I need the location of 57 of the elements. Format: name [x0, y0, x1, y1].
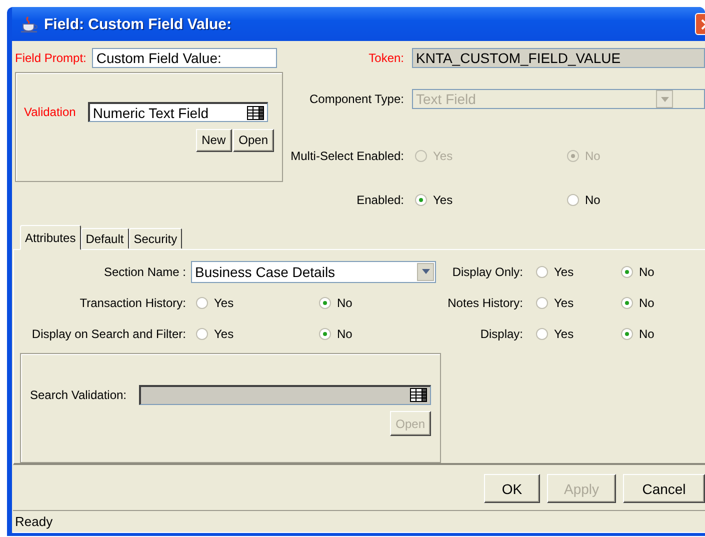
radio-label: Yes — [554, 327, 574, 342]
dialog-button[interactable]: Cancel — [623, 474, 705, 503]
radio-button[interactable] — [621, 328, 633, 340]
status-bar: Ready — [13, 510, 705, 533]
input-field[interactable]: KNTA_CUSTOM_FIELD_VALUE — [412, 48, 705, 68]
radio-button[interactable] — [319, 296, 331, 309]
caret-icon — [422, 269, 430, 274]
tab[interactable]: Attributes — [20, 225, 81, 250]
caret-icon — [660, 96, 668, 102]
dropdown-button[interactable] — [417, 262, 434, 281]
table-icon[interactable] — [246, 106, 264, 120]
field-label: Enabled: — [356, 193, 404, 207]
field-label: Token: — [368, 51, 404, 65]
radio-label: Yes — [554, 264, 574, 279]
field-label: Notes History: — [446, 296, 523, 310]
radio-label: No — [585, 149, 600, 163]
panel-button[interactable]: New — [196, 128, 232, 152]
field-label: Component Type: — [308, 92, 404, 106]
field-label: Field Prompt: — [15, 51, 86, 65]
input-field[interactable]: Custom Field Value: — [92, 48, 278, 68]
field-label: Search Validation: — [30, 388, 127, 402]
radio-button[interactable] — [196, 296, 208, 309]
tab[interactable]: Default — [80, 228, 129, 249]
radio-label: No — [337, 327, 352, 342]
radio-button[interactable] — [196, 328, 208, 340]
field-label: Section Name : — [102, 264, 186, 279]
radio-button[interactable] — [621, 296, 633, 309]
radio-button[interactable] — [567, 194, 579, 206]
dialog-button[interactable]: OK — [484, 474, 540, 503]
coffee-cup-icon — [20, 15, 38, 33]
radio-label: No — [337, 296, 352, 310]
radio-button[interactable] — [621, 266, 633, 278]
field-label: Transaction History: — [78, 296, 186, 310]
field-label: Validation — [24, 105, 76, 119]
radio-button[interactable] — [536, 296, 548, 309]
radio-button[interactable] — [536, 266, 548, 278]
window-title: Field: Custom Field Value: — [44, 16, 233, 32]
field-label: Multi-Select Enabled: — [290, 149, 404, 163]
radio-label: Yes — [214, 327, 234, 342]
radio-label: No — [639, 264, 654, 279]
radio-label: Yes — [214, 296, 234, 310]
radio-label: No — [639, 327, 654, 342]
radio-label: Yes — [433, 149, 453, 163]
section-name-select[interactable]: Business Case Details — [191, 260, 436, 283]
panel-button[interactable]: Open — [232, 128, 274, 152]
field-label: Display Only: — [451, 264, 523, 279]
radio-button[interactable] — [415, 194, 427, 206]
input-field[interactable]: Numeric Text Field — [88, 102, 268, 122]
tab[interactable]: Security — [128, 228, 182, 249]
field-label: Display on Search and Filter: — [30, 327, 186, 342]
radio-label: No — [639, 296, 654, 310]
radio-button[interactable] — [536, 328, 548, 340]
radio-label: Yes — [554, 296, 574, 310]
radio-label: Yes — [433, 193, 453, 207]
radio-button[interactable] — [319, 328, 331, 340]
radio-label: No — [585, 193, 600, 207]
field-label: Display: — [479, 327, 523, 342]
